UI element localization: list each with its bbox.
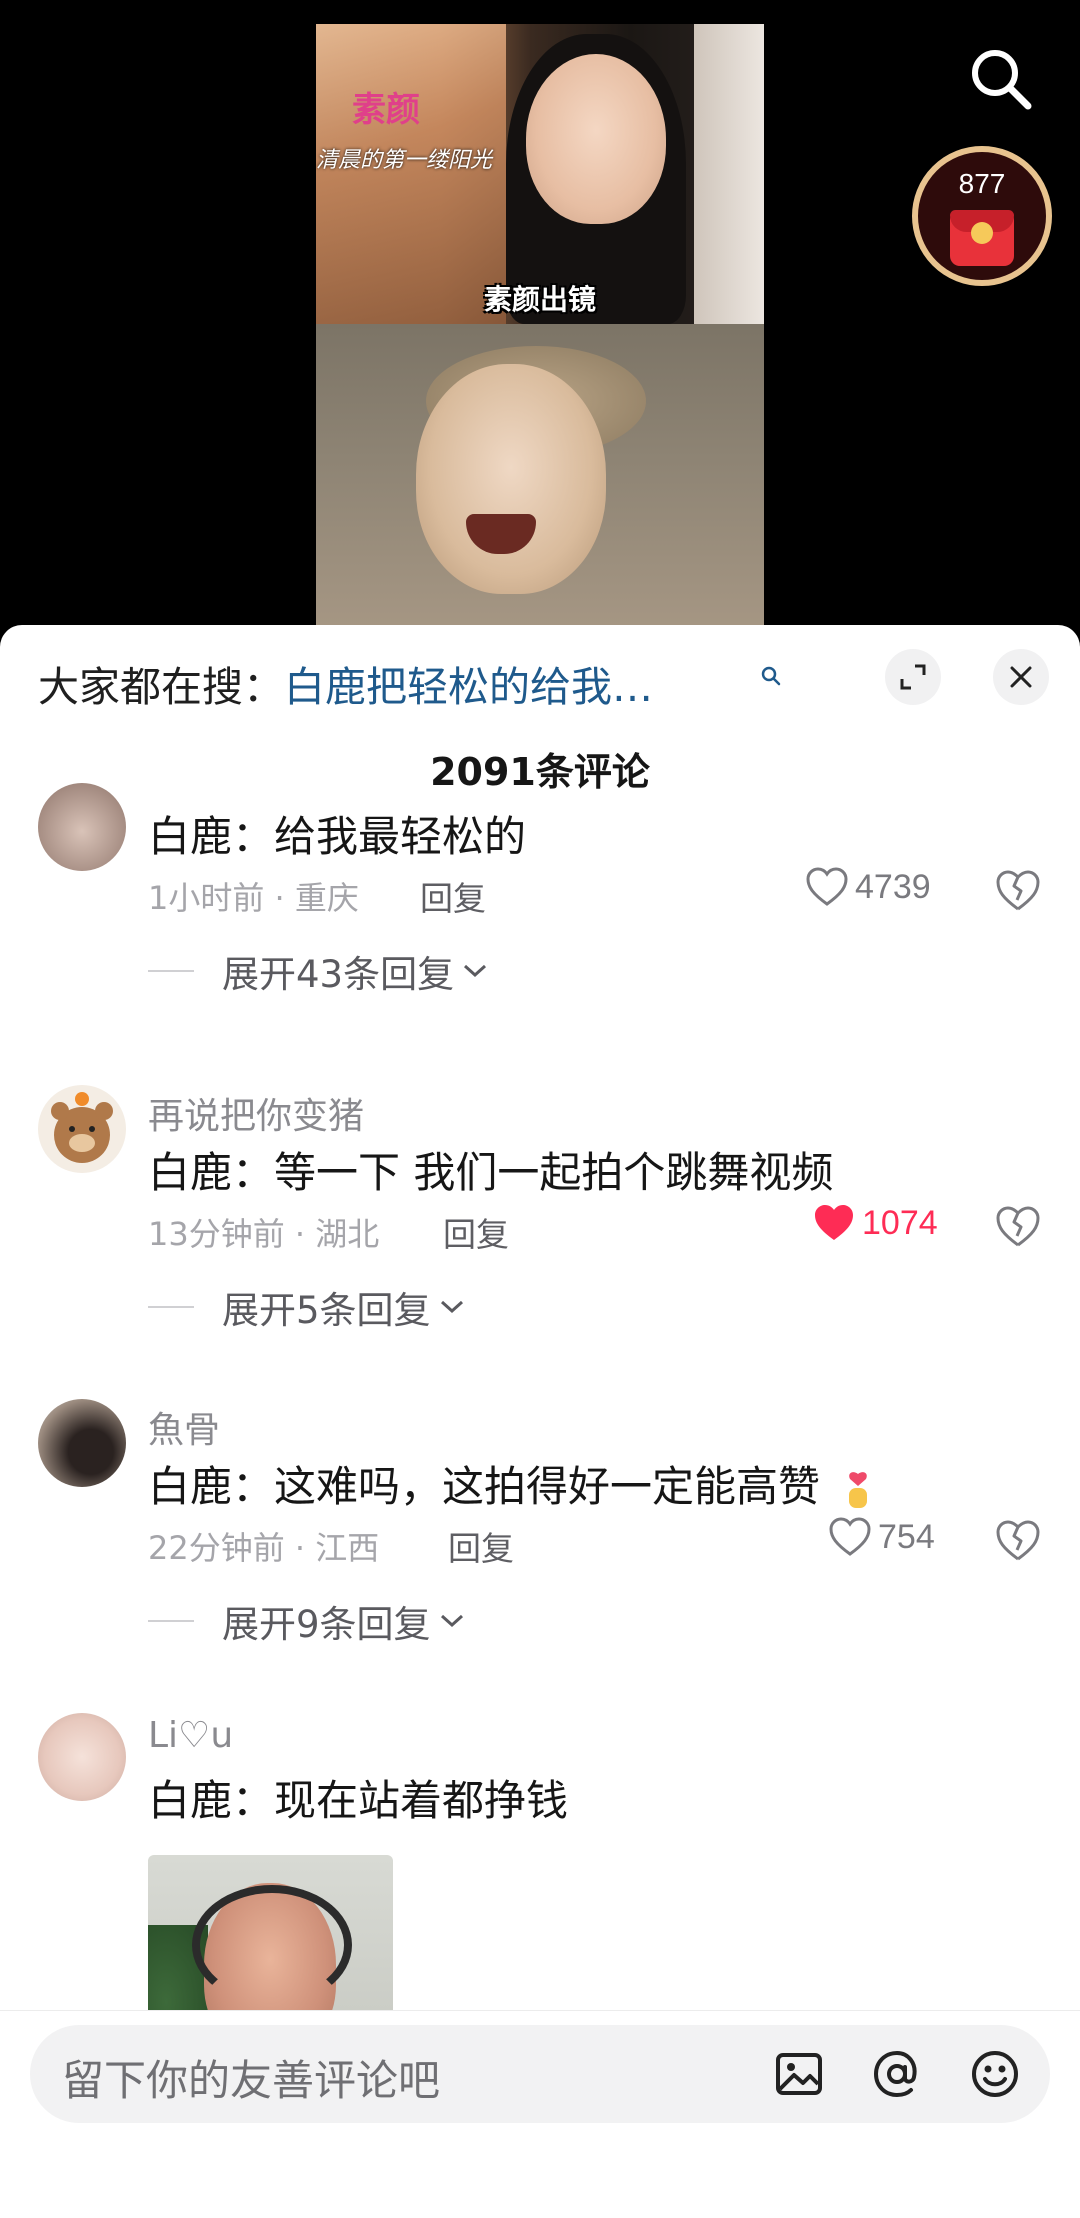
mention-button[interactable] <box>868 2045 926 2103</box>
divider-dash <box>148 970 194 972</box>
video-caption-subtitle: 清晨的第一缕阳光 <box>316 148 493 173</box>
chevron-down-icon <box>464 964 487 978</box>
like-button[interactable]: 4739 <box>805 867 931 907</box>
comment-image[interactable] <box>148 1855 393 2035</box>
expand-replies-button[interactable]: 展开9条回复 <box>148 1594 465 1648</box>
expand-replies-label: 展开43条回复 <box>222 953 455 996</box>
broken-heart-icon <box>996 1520 1040 1561</box>
expand-replies-button[interactable]: 展开5条回复 <box>148 1280 465 1334</box>
comment-time-location: 13分钟前 · 湖北 <box>148 1215 380 1253</box>
avatar[interactable] <box>38 1713 126 1801</box>
comment-item: 再说把你变猪 白鹿：等一下 我们一起拍个跳舞视频 13分钟前 · 湖北 回复 1… <box>0 1085 1080 1345</box>
video-frame-top: 素颜 清晨的第一缕阳光 素颜出镜 <box>316 24 764 324</box>
at-icon <box>873 2050 917 2098</box>
hot-search-bar[interactable]: 大家都在搜： 白鹿把轻松的给我… <box>38 655 653 711</box>
like-count: 754 <box>878 1517 935 1556</box>
headset <box>192 1885 352 2005</box>
image-icon <box>776 2053 822 2095</box>
comment-time-location: 22分钟前 · 江西 <box>148 1529 380 1567</box>
comment-item: Li♡u 白鹿：现在站着都挣钱 <box>0 1713 1080 2035</box>
reply-button[interactable]: 回复 <box>448 1522 514 1570</box>
comment-text: 白鹿：这难吗，这拍得好一定能高赞 <box>148 1453 875 1514</box>
search-icon <box>972 50 1032 110</box>
heart-outline-icon <box>829 1517 871 1556</box>
expand-replies-label: 展开9条回复 <box>222 1603 431 1646</box>
finger-heart-emoji-icon <box>849 1471 868 1508</box>
reply-button[interactable]: 回复 <box>443 1208 509 1256</box>
avatar[interactable] <box>38 1085 126 1173</box>
muddy-face <box>416 364 606 594</box>
comment-count: 2091条评论 <box>430 750 650 794</box>
video-caption-title: 素颜 <box>352 90 420 130</box>
comment-author[interactable]: Li♡u <box>148 1715 233 1756</box>
divider-dash <box>148 1620 194 1622</box>
video-caption-overlay: 素颜出镜 <box>483 283 596 316</box>
dislike-button[interactable] <box>994 1519 1042 1567</box>
comment-text: 白鹿：等一下 我们一起拍个跳舞视频 <box>148 1148 834 1197</box>
comment-input-placeholder: 留下你的友善评论吧 <box>62 2056 441 2105</box>
like-count: 1074 <box>862 1203 938 1242</box>
comment-item: 白鹿：给我最轻松的 1小时前 · 重庆 回复 4739 展开43条回复 <box>0 783 1080 1035</box>
comment-text: 白鹿：给我最轻松的 <box>148 812 527 861</box>
heart-outline-icon <box>806 867 848 906</box>
close-button[interactable] <box>993 649 1049 705</box>
like-count: 4739 <box>855 867 931 906</box>
face <box>526 54 666 224</box>
comment-text-content: 白鹿：这难吗，这拍得好一定能高赞 <box>148 1462 821 1511</box>
small-search-icon <box>761 666 781 686</box>
broken-heart-icon <box>996 870 1040 911</box>
chevron-down-icon <box>440 1300 463 1314</box>
search-button[interactable] <box>966 44 1036 114</box>
broken-heart-icon <box>996 1206 1040 1247</box>
comment-input[interactable]: 留下你的友善评论吧 <box>30 2025 1050 2123</box>
comment-text: 白鹿：现在站着都挣钱 <box>148 1776 569 1825</box>
dislike-button[interactable] <box>994 1205 1042 1253</box>
emoji-icon <box>972 2051 1018 2097</box>
hot-search-prefix: 大家都在搜： <box>38 663 284 711</box>
hot-search-query[interactable]: 白鹿把轻松的给我… <box>284 653 653 713</box>
comment-sheet: 大家都在搜： 白鹿把轻松的给我… 2091条评论 白鹿：给我最轻松的 1小时前 … <box>0 625 1080 2218</box>
avatar[interactable] <box>38 1399 126 1487</box>
red-packet-coin <box>971 222 993 244</box>
close-icon <box>1010 666 1032 688</box>
heart-filled-icon <box>815 1205 853 1240</box>
video-frame-bottom <box>316 324 764 625</box>
emoji-button[interactable] <box>966 2045 1024 2103</box>
dislike-button[interactable] <box>994 869 1042 917</box>
divider-dash <box>148 1306 194 1308</box>
like-button[interactable]: 754 <box>828 1517 935 1557</box>
comment-time-location: 1小时前 · 重庆 <box>148 879 359 917</box>
comment-item: 魚骨 白鹿：这难吗，这拍得好一定能高赞 22分钟前 · 江西 回复 754 展开… <box>0 1399 1080 1659</box>
expand-replies-label: 展开5条回复 <box>222 1289 431 1332</box>
video-player[interactable]: 素颜 清晨的第一缕阳光 素颜出镜 877 <box>0 0 1080 625</box>
reply-button[interactable]: 回复 <box>420 872 486 920</box>
image-button[interactable] <box>770 2045 828 2103</box>
red-packet-button[interactable]: 877 <box>912 146 1052 286</box>
expand-replies-button[interactable]: 展开43条回复 <box>148 944 488 998</box>
like-button[interactable]: 1074 <box>812 1203 938 1243</box>
red-packet-count: 877 <box>958 168 1006 199</box>
chevron-down-icon <box>440 1614 463 1628</box>
comment-author[interactable]: 再说把你变猪 <box>148 1087 364 1139</box>
bear-avatar-icon <box>51 1092 113 1163</box>
expand-icon <box>900 664 926 690</box>
expand-button[interactable] <box>885 649 941 705</box>
avatar[interactable] <box>38 783 126 871</box>
comment-input-bar: 留下你的友善评论吧 <box>0 2010 1080 2218</box>
comment-author[interactable]: 魚骨 <box>148 1401 220 1453</box>
